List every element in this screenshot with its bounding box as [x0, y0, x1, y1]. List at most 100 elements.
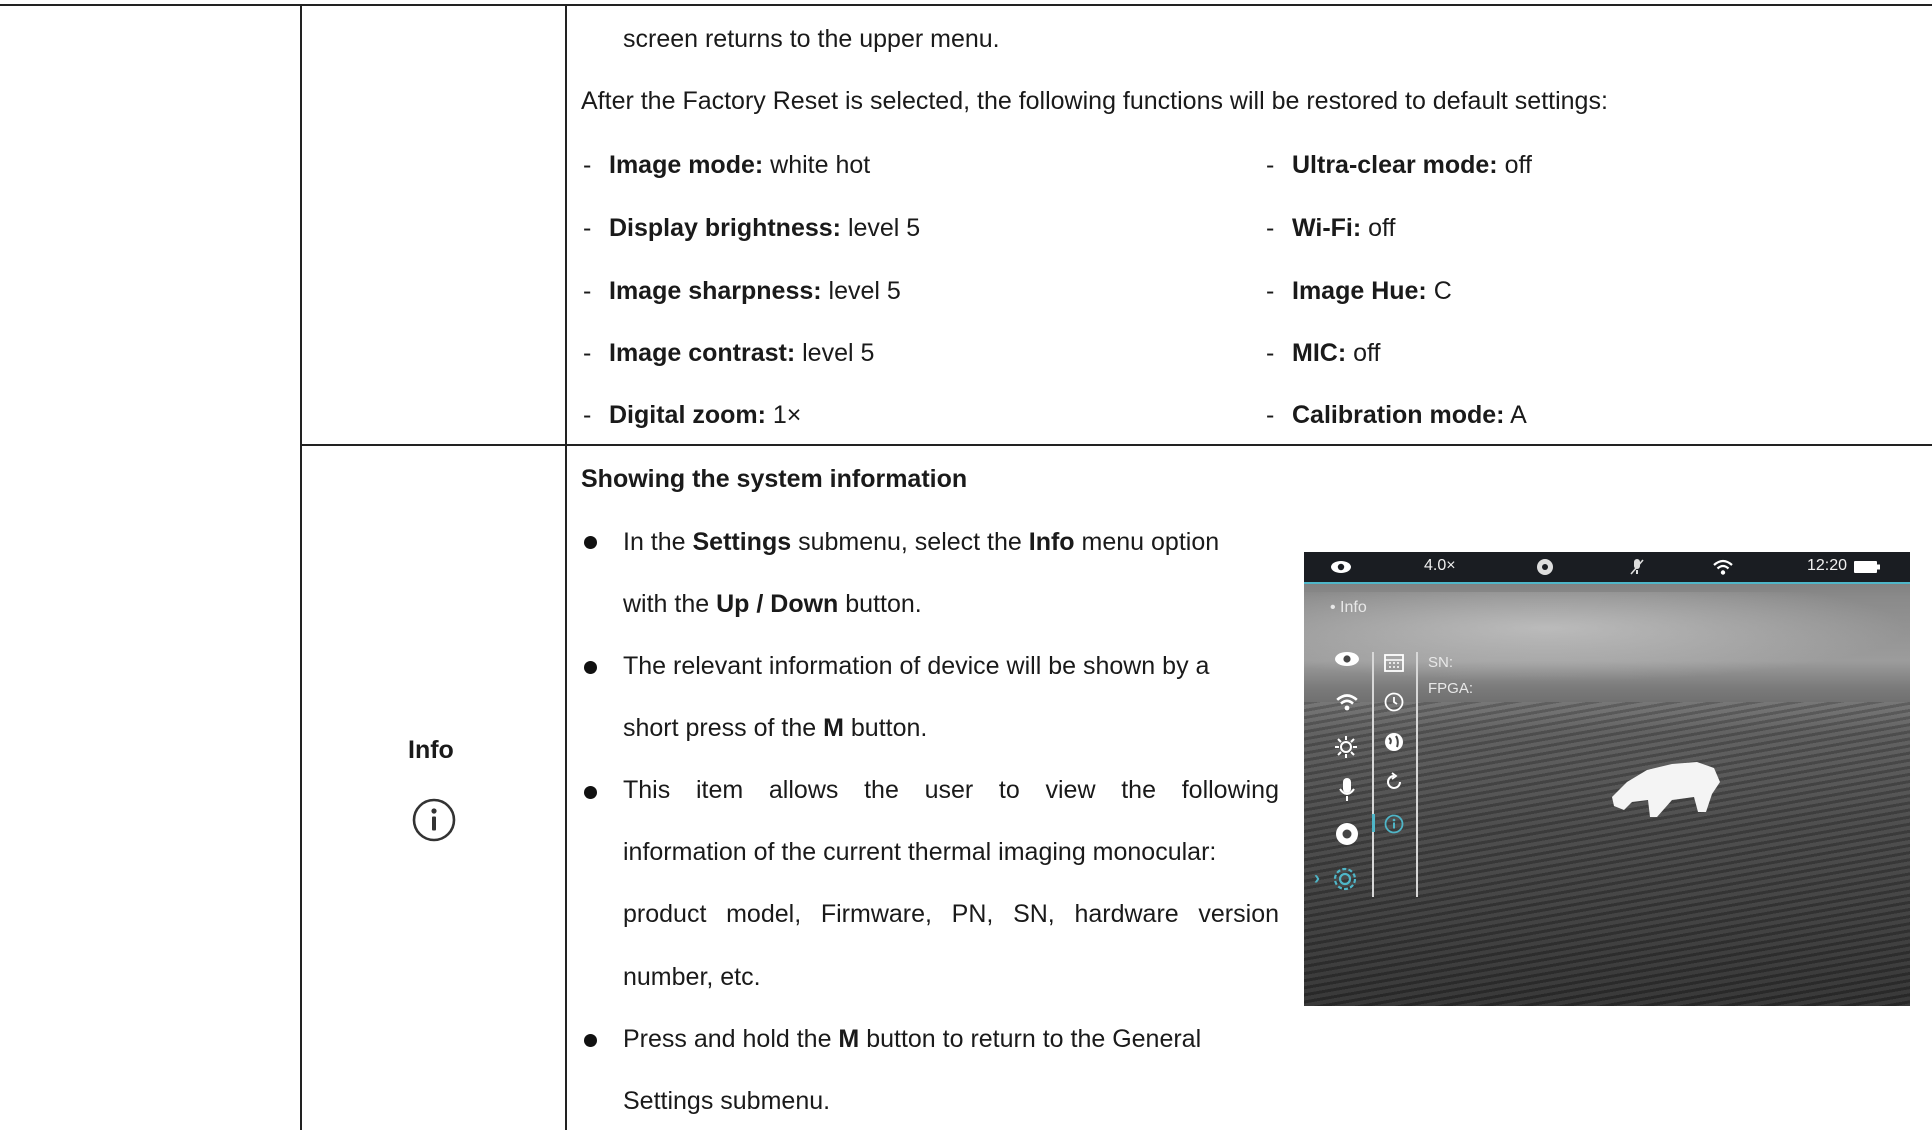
m-term: M — [838, 1025, 860, 1053]
list-item-text: Display brightness: level 5 — [609, 213, 920, 243]
bullet-2-line-2: short press of the M button. — [623, 713, 927, 743]
selection-arrow-icon: › — [1314, 868, 1320, 888]
wifi-menu-icon — [1336, 694, 1358, 711]
bullet-4-line-2: Settings submenu. — [623, 1087, 831, 1115]
table-col-divider-2 — [565, 4, 567, 1130]
settings-term: Settings — [692, 528, 792, 556]
bullet-marker — [584, 1034, 597, 1047]
device-screen-image: 4.0× 12:20 • Info › SN: FPGA: — [1304, 552, 1910, 1006]
info-term: Info — [1028, 528, 1075, 556]
info-row-title: Info — [408, 736, 454, 764]
bullet-3-line-3: product model, Firmware, PN, SN, hardwar… — [623, 900, 1279, 928]
bullet-1-line-1: In the Settings submenu, select the Info… — [623, 527, 1219, 557]
mic-muted-icon — [1630, 559, 1644, 575]
dash-marker: - — [1266, 277, 1275, 305]
setting-value: A — [1504, 401, 1527, 429]
calendar-icon — [1384, 654, 1404, 672]
aperture-menu-icon — [1336, 823, 1358, 845]
continued-text: screen returns to the upper menu. — [623, 25, 1000, 53]
eye-icon — [1331, 561, 1351, 573]
list-item-text: MIC: off — [1292, 338, 1380, 368]
list-item-text: Image sharpness: level 5 — [609, 276, 901, 306]
m-term: M — [823, 714, 844, 742]
dash-marker: - — [1266, 401, 1275, 429]
text: Press and hold the — [623, 1025, 839, 1053]
bullet-marker — [584, 661, 597, 674]
info-selected-icon — [1384, 814, 1404, 834]
dash-marker: - — [1266, 214, 1275, 242]
submenu-divider — [1416, 652, 1418, 897]
reset-icon — [1387, 772, 1401, 789]
bullet-3-line-4: number, etc. — [623, 963, 761, 991]
dash-marker: - — [583, 214, 592, 242]
setting-label: Digital zoom: — [609, 401, 766, 429]
brightness-menu-icon — [1335, 736, 1357, 758]
reset-intro: After the Factory Reset is selected, the… — [581, 87, 1608, 115]
settings-gear-icon — [1333, 867, 1357, 891]
bullet-marker — [584, 786, 597, 799]
setting-label: MIC: — [1292, 339, 1347, 367]
setting-label: Wi-Fi: — [1292, 214, 1362, 242]
list-item-text: Wi-Fi: off — [1292, 213, 1396, 243]
text: In the — [623, 528, 693, 556]
setting-label: Image Hue: — [1292, 277, 1427, 305]
bullet-1-line-2: with the Up / Down button. — [623, 589, 922, 619]
text: button to return to the General — [859, 1025, 1202, 1053]
dash-marker: - — [1266, 151, 1275, 179]
setting-value: C — [1426, 277, 1452, 305]
table-row-divider — [300, 444, 1932, 446]
setting-value: level 5 — [821, 277, 901, 305]
globe-icon — [1385, 733, 1403, 751]
dash-marker: - — [583, 339, 592, 367]
setting-value: off — [1497, 151, 1532, 179]
dash-marker: - — [1266, 339, 1275, 367]
wifi-icon — [1713, 559, 1733, 575]
setting-label: Image contrast: — [609, 339, 796, 367]
dash-marker: - — [583, 277, 592, 305]
info-circle-icon — [412, 798, 456, 842]
up-down-term: Up / Down — [716, 590, 839, 618]
bullet-4-line-1: Press and hold the M button to return to… — [623, 1024, 1201, 1054]
dash-marker: - — [583, 151, 592, 179]
menu-title: • Info — [1330, 599, 1367, 616]
setting-label: Ultra-clear mode: — [1292, 151, 1498, 179]
dash-marker: - — [583, 401, 592, 429]
eye-menu-icon — [1335, 652, 1359, 666]
selection-marker — [1372, 814, 1375, 832]
bullet-marker — [584, 536, 597, 549]
setting-value: off — [1346, 339, 1381, 367]
text: button. — [838, 590, 922, 618]
table-top-border — [0, 4, 1932, 6]
list-item-text: Image contrast: level 5 — [609, 338, 874, 368]
setting-label: Image sharpness: — [609, 277, 822, 305]
bullet-3-line-1: This item allows the user to view the fo… — [623, 776, 1279, 804]
list-item-text: Calibration mode: A — [1292, 400, 1527, 430]
bullet-3-line-2: information of the current thermal imagi… — [623, 838, 1217, 866]
list-item-text: Image Hue: C — [1292, 276, 1452, 306]
setting-label: Image mode: — [609, 151, 764, 179]
clock-time: 12:20 — [1807, 557, 1848, 574]
text: menu option — [1074, 528, 1220, 556]
ultra-clear-icon — [1537, 559, 1553, 575]
text: button. — [843, 714, 928, 742]
clock-icon — [1384, 692, 1404, 712]
zoom-level: 4.0× — [1424, 557, 1456, 574]
setting-label: Display brightness: — [609, 214, 841, 242]
setting-label: Calibration mode: — [1292, 401, 1505, 429]
list-item-text: Image mode: white hot — [609, 150, 870, 180]
text: with the — [623, 590, 717, 618]
sn-label: SN: — [1428, 654, 1454, 671]
mic-menu-icon — [1339, 778, 1355, 801]
setting-value: 1× — [765, 401, 802, 429]
bullet-2-line-1: The relevant information of device will … — [623, 652, 1210, 680]
submenu-divider — [1372, 652, 1374, 897]
info-heading: Showing the system information — [581, 465, 968, 493]
list-item-text: Digital zoom: 1× — [609, 400, 801, 430]
setting-value: white hot — [763, 151, 871, 179]
battery-icon — [1854, 561, 1880, 573]
setting-value: off — [1361, 214, 1396, 242]
animal-silhouette — [1612, 762, 1720, 817]
text: short press of the — [623, 714, 824, 742]
setting-value: level 5 — [841, 214, 921, 242]
text: submenu, select the — [791, 528, 1029, 556]
